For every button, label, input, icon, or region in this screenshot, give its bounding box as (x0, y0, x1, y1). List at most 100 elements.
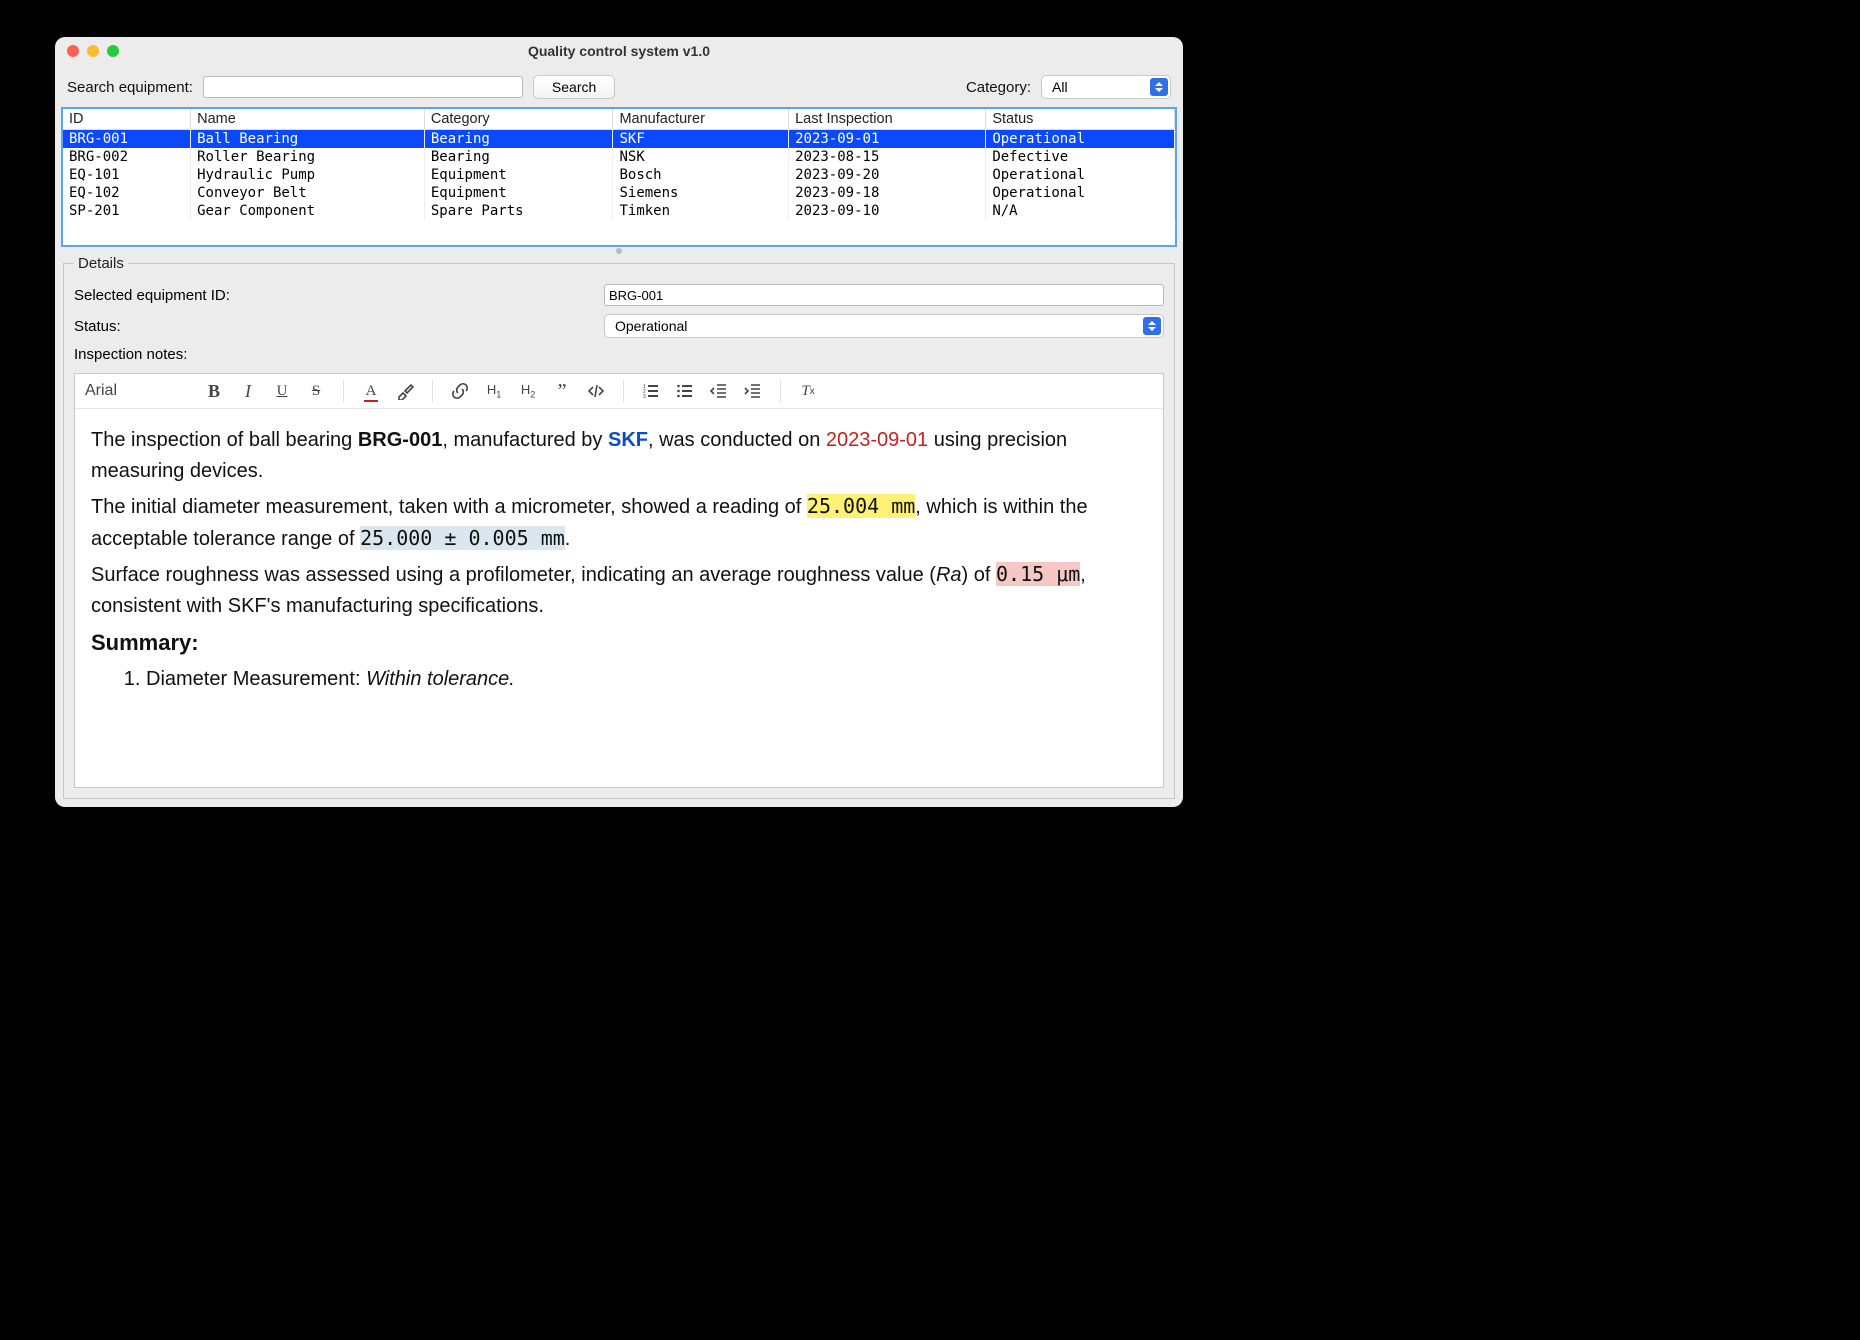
font-family-select[interactable]: Arial (85, 382, 187, 400)
outdent-icon[interactable] (710, 382, 728, 400)
column-header[interactable]: Status (986, 109, 1175, 130)
table-cell: Equipment (424, 184, 613, 202)
notes-manufacturer: SKF (608, 429, 648, 451)
table-cell: Roller Bearing (191, 148, 425, 166)
summary-item-value: Within tolerance. (366, 668, 515, 690)
underline-icon[interactable]: U (273, 382, 291, 400)
category-label: Category: (966, 79, 1031, 96)
notes-measurement: 25.004 mm (807, 494, 915, 518)
column-header[interactable]: Category (424, 109, 613, 130)
details-panel: Details Selected equipment ID: Status: O… (63, 255, 1175, 799)
search-button[interactable]: Search (533, 75, 615, 99)
notes-text: , was conducted on (648, 429, 826, 451)
blockquote-icon[interactable]: ” (553, 382, 571, 400)
table-cell: 2023-09-20 (789, 166, 986, 184)
table-cell: 2023-09-18 (789, 184, 986, 202)
notes-text: The initial diameter measurement, taken … (91, 496, 807, 518)
summary-item: Diameter Measurement: Within tolerance. (146, 664, 1147, 695)
clear-formatting-icon[interactable]: Tx (799, 382, 817, 400)
table-cell: Conveyor Belt (191, 184, 425, 202)
notes-ra-symbol: Ra (936, 564, 962, 586)
table-cell: EQ-102 (63, 184, 191, 202)
ordered-list-icon[interactable]: 123 (642, 382, 660, 400)
table-cell: BRG-001 (63, 130, 191, 149)
notes-summary-heading: Summary: (91, 626, 1147, 660)
window-title: Quality control system v1.0 (55, 43, 1183, 59)
notes-text: ) of (962, 564, 996, 586)
table-cell: Gear Component (191, 202, 425, 220)
category-select[interactable]: All (1041, 75, 1171, 99)
rich-text-editor: Arial B I U S A (74, 373, 1164, 788)
notes-label: Inspection notes: (74, 346, 604, 363)
strikethrough-icon[interactable]: S (307, 382, 325, 400)
notes-text: Surface roughness was assessed using a p… (91, 564, 936, 586)
window-controls (55, 45, 119, 57)
close-window-button[interactable] (67, 45, 79, 57)
details-legend: Details (74, 255, 128, 272)
table-cell: Defective (986, 148, 1175, 166)
indent-icon[interactable] (744, 382, 762, 400)
table-cell: EQ-101 (63, 166, 191, 184)
column-header[interactable]: Name (191, 109, 425, 130)
table-row[interactable]: SP-201Gear ComponentSpare PartsTimken202… (63, 202, 1175, 220)
highlight-color-icon[interactable] (396, 382, 414, 400)
updown-icon (1143, 317, 1161, 335)
category-select-value: All (1052, 79, 1068, 95)
search-label: Search equipment: (67, 79, 193, 96)
code-icon[interactable] (587, 382, 605, 400)
table-cell: Ball Bearing (191, 130, 425, 149)
selected-id-field[interactable] (604, 284, 1164, 306)
column-header[interactable]: Manufacturer (613, 109, 789, 130)
column-header[interactable]: Last Inspection (789, 109, 986, 130)
link-icon[interactable] (451, 382, 469, 400)
heading1-icon[interactable]: H1 (485, 382, 503, 400)
table-cell: Siemens (613, 184, 789, 202)
font-family-value: Arial (85, 382, 117, 400)
table-cell: Hydraulic Pump (191, 166, 425, 184)
splitter-handle[interactable] (55, 247, 1183, 255)
table-cell: SKF (613, 130, 789, 149)
search-toolbar: Search equipment: Search Category: All (55, 65, 1183, 107)
column-header[interactable]: ID (63, 109, 191, 130)
notes-equipment-id: BRG-001 (358, 429, 442, 451)
table-cell: Operational (986, 130, 1175, 149)
table-cell: BRG-002 (63, 148, 191, 166)
notes-text: The inspection of ball bearing (91, 429, 358, 451)
notes-date: 2023-09-01 (826, 429, 928, 451)
table-cell: Bosch (613, 166, 789, 184)
equipment-table[interactable]: IDNameCategoryManufacturerLast Inspectio… (61, 107, 1177, 247)
table-cell: NSK (613, 148, 789, 166)
table-row[interactable]: EQ-102Conveyor BeltEquipmentSiemens2023-… (63, 184, 1175, 202)
selected-id-label: Selected equipment ID: (74, 287, 604, 304)
status-select-value: Operational (615, 318, 687, 334)
table-cell: 2023-09-10 (789, 202, 986, 220)
zoom-window-button[interactable] (107, 45, 119, 57)
table-cell: N/A (986, 202, 1175, 220)
status-label: Status: (74, 318, 604, 335)
bold-icon[interactable]: B (205, 382, 223, 400)
heading2-icon[interactable]: H2 (519, 382, 537, 400)
svg-text:3: 3 (643, 394, 646, 400)
editor-content[interactable]: The inspection of ball bearing BRG-001 , … (75, 409, 1163, 713)
table-cell: Bearing (424, 148, 613, 166)
editor-toolbar: Arial B I U S A (75, 374, 1163, 409)
table-row[interactable]: BRG-002Roller BearingBearingNSK2023-08-1… (63, 148, 1175, 166)
table-cell: Timken (613, 202, 789, 220)
table-row[interactable]: BRG-001Ball BearingBearingSKF2023-09-01O… (63, 130, 1175, 149)
minimize-window-button[interactable] (87, 45, 99, 57)
notes-roughness: 0.15 μm (996, 562, 1080, 586)
table-cell: 2023-08-15 (789, 148, 986, 166)
table-cell: Equipment (424, 166, 613, 184)
text-color-icon[interactable]: A (362, 382, 380, 400)
table-cell: SP-201 (63, 202, 191, 220)
table-row[interactable]: EQ-101Hydraulic PumpEquipmentBosch2023-0… (63, 166, 1175, 184)
table-cell: Bearing (424, 130, 613, 149)
notes-tolerance: 25.000 ± 0.005 mm (360, 526, 565, 550)
status-select[interactable]: Operational (604, 314, 1164, 338)
table-cell: Spare Parts (424, 202, 613, 220)
italic-icon[interactable]: I (239, 382, 257, 400)
notes-text: . (565, 528, 571, 550)
search-input[interactable] (203, 76, 523, 98)
unordered-list-icon[interactable] (676, 382, 694, 400)
app-window: Quality control system v1.0 Search equip… (55, 37, 1183, 807)
